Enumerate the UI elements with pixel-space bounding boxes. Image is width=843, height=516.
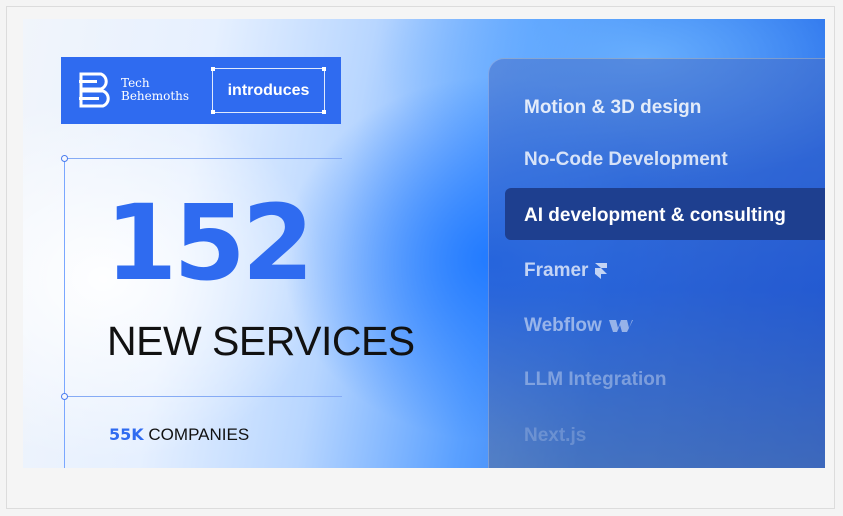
brand-logo-block: Tech Behemoths introduces [61,57,341,124]
service-item-framer: Framer [524,260,608,282]
brand-name: Tech Behemoths [121,76,190,103]
companies-label: COMPANIES [148,425,250,444]
guide-line-bottom [67,396,342,397]
service-item-no-code: No-Code Development [524,149,728,170]
guide-anchor-bottom [61,393,68,400]
introduces-label: introduces [211,67,326,114]
companies-number: 55K [109,425,144,444]
service-item-webflow: Webflow [524,315,634,337]
guide-anchor-top [61,155,68,162]
service-item-nextjs: Next.js [524,425,587,446]
headline-subtitle: NEW SERVICES [107,318,415,364]
headline-number: 152 [105,182,314,304]
service-item-motion-3d: Motion & 3D design [524,97,702,118]
service-item-ai-development: AI development & consulting [524,205,786,226]
service-item-llm: LLM Integration [524,369,667,390]
services-list-panel: Motion & 3D design No-Code Development A… [488,58,825,468]
framer-icon [595,263,608,279]
companies-count: 55K COMPANIES [109,425,249,445]
promo-banner: Tech Behemoths introduces 152 NEW SERVIC… [23,19,825,468]
webflow-icon [608,320,633,332]
tech-behemoths-logo-icon [79,72,110,108]
guide-line-vertical [64,159,65,468]
guide-line-top [67,158,342,159]
